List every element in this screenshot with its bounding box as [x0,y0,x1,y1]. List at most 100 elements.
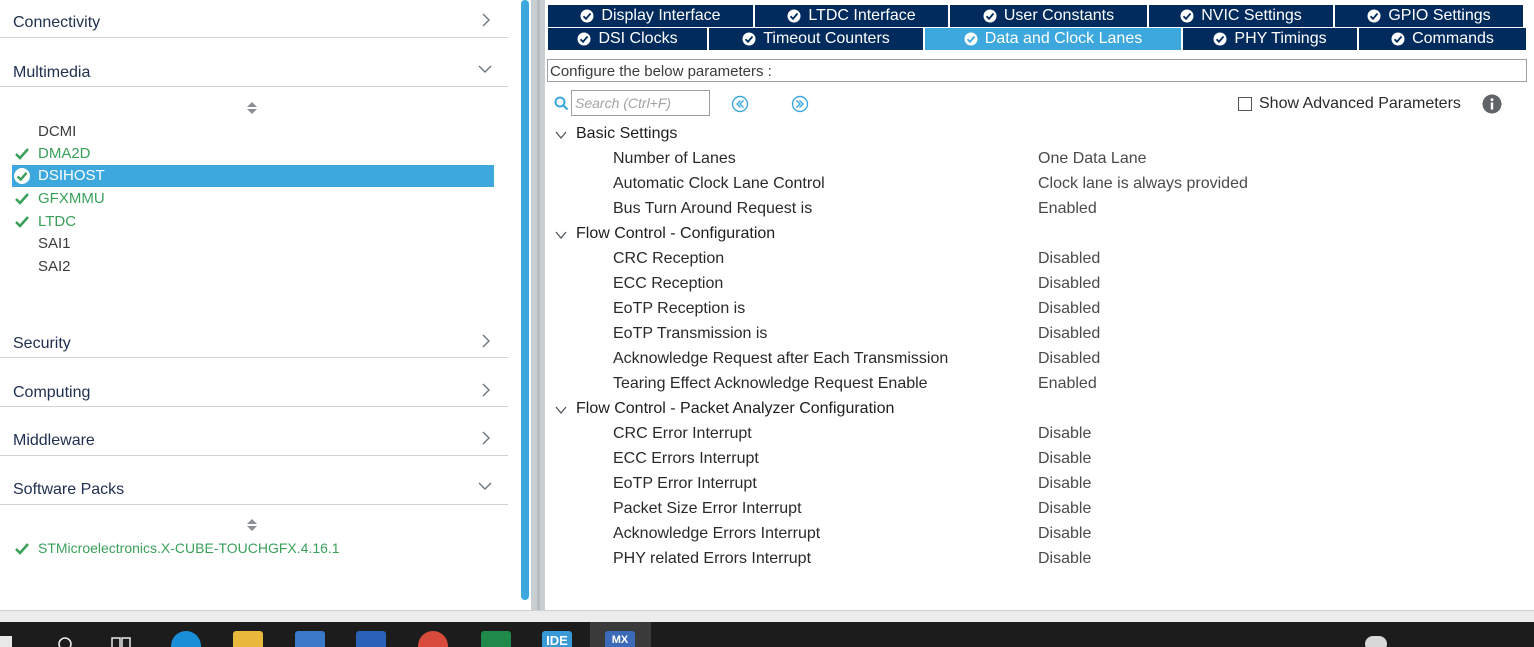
param-row[interactable]: Packet Size Error Interrupt Disable [545,499,1525,524]
tab-label: NVIC Settings [1201,7,1302,24]
store-icon[interactable] [295,631,325,647]
param-value: Disabled [1038,350,1101,367]
component-item-ltdc[interactable]: LTDC [12,211,494,233]
edge-icon[interactable] [171,631,201,647]
param-value: Disable [1038,425,1092,442]
param-value: Disable [1038,475,1092,492]
chevron-down-icon [555,231,567,240]
configure-parameters-text: Configure the below parameters : [550,63,772,80]
group-title: Flow Control - Configuration [576,225,776,242]
software-pack-item[interactable]: STMicroelectronics.X-CUBE-TOUCHGFX.4.16.… [12,538,492,560]
category-multimedia[interactable]: Multimedia [0,38,508,87]
tab-label: Display Interface [601,7,721,24]
sort-icon[interactable] [246,518,258,532]
param-row[interactable]: EoTP Error Interrupt Disable [545,474,1525,499]
ide-icon[interactable]: IDE [542,631,572,647]
param-name: ECC Reception [613,275,724,292]
param-name: Acknowledge Errors Interrupt [613,525,821,542]
param-row[interactable]: EoTP Reception is Disabled [545,299,1525,324]
check-icon [15,148,29,160]
check-circle-icon [1213,32,1227,46]
tab-gpio-settings[interactable]: GPIO Settings [1335,5,1523,27]
param-name: PHY related Errors Interrupt [613,550,812,567]
category-security[interactable]: Security [0,318,508,358]
component-label: SAI2 [38,258,71,275]
param-row[interactable]: CRC Reception Disabled [545,249,1525,274]
chevron-down-icon [555,406,567,415]
component-label: DCMI [38,123,77,140]
param-row[interactable]: Number of Lanes One Data Lane [545,149,1525,174]
component-label: LTDC [38,213,77,230]
search-previous-icon[interactable] [731,95,749,113]
excel-icon[interactable] [481,631,511,647]
tab-user-constants[interactable]: User Constants [950,5,1147,27]
tab-ltdc-interface[interactable]: LTDC Interface [755,5,948,27]
show-advanced-checkbox[interactable] [1238,97,1252,111]
param-value: Enabled [1038,200,1097,217]
weather-icon[interactable] [1365,636,1387,647]
search-next-icon[interactable] [791,95,809,113]
category-middleware[interactable]: Middleware [0,407,508,456]
category-label: Multimedia [13,64,91,81]
param-row[interactable]: ECC Reception Disabled [545,274,1525,299]
search-input[interactable] [571,90,710,116]
check-circle-icon [787,9,801,23]
param-row[interactable]: PHY related Errors Interrupt Disable [545,549,1525,574]
category-label: Connectivity [13,14,101,31]
check-circle-icon [964,32,978,46]
chrome-icon[interactable] [418,631,448,647]
tab-display-interface[interactable]: Display Interface [548,5,753,27]
component-item-gfxmmu[interactable]: GFXMMU [12,188,494,210]
param-row[interactable]: Automatic Clock Lane Control Clock lane i… [545,174,1525,199]
task-view-icon[interactable] [110,636,132,647]
param-row[interactable]: Tearing Effect Acknowledge Request Enabl… [545,374,1525,399]
check-circle-icon [577,32,591,46]
param-row[interactable]: Bus Turn Around Request is Enabled [545,199,1525,224]
info-icon[interactable] [1482,94,1502,114]
component-item-dsihost[interactable]: DSIHOST [12,165,494,187]
param-name: EoTP Reception is [613,300,746,317]
component-item-sai2[interactable]: SAI2 [12,256,494,278]
tab-phy-timings[interactable]: PHY Timings [1183,28,1357,50]
param-name: Automatic Clock Lane Control [613,175,825,192]
component-label: DSIHOST [38,167,105,184]
param-value: Disabled [1038,300,1101,317]
component-item-dcmi[interactable]: DCMI [12,121,494,143]
component-label: SAI1 [38,235,71,252]
start-icon[interactable] [0,636,12,647]
search-icon[interactable] [554,96,569,111]
component-item-dma2d[interactable]: DMA2D [12,143,494,165]
category-software-packs[interactable]: Software Packs [0,456,508,505]
component-label: DMA2D [38,145,91,162]
tab-dsi-clocks[interactable]: DSI Clocks [548,28,707,50]
check-circle-icon [1367,9,1381,23]
component-categories-panel: Connectivity Multimedia DCMI DMA2D DSIHO… [0,0,518,610]
param-row[interactable]: Acknowledge Errors Interrupt Disable [545,524,1525,549]
tab-data-and-clock-lanes[interactable]: Data and Clock Lanes [925,28,1181,50]
windows-taskbar: IDE MX [0,622,1534,647]
category-connectivity[interactable]: Connectivity [0,0,508,38]
chevron-right-icon [482,383,490,397]
tab-nvic-settings[interactable]: NVIC Settings [1149,5,1333,27]
file-explorer-icon[interactable] [233,631,263,647]
sort-icon[interactable] [246,101,258,115]
cubemx-icon[interactable]: MX [605,631,635,647]
param-value: Disable [1038,450,1092,467]
mail-icon[interactable] [356,631,386,647]
component-label: GFXMMU [38,190,105,207]
search-icon[interactable] [56,635,74,647]
left-scrollbar-thumb[interactable] [521,0,529,600]
param-value: Disable [1038,525,1092,542]
param-row[interactable]: Acknowledge Request after Each Transmiss… [545,349,1525,374]
check-circle-icon [14,168,30,184]
check-circle-icon [1180,9,1194,23]
param-row[interactable]: EoTP Transmission is Disabled [545,324,1525,349]
component-item-sai1[interactable]: SAI1 [12,233,494,255]
tab-commands[interactable]: Commands [1359,28,1526,50]
splitter-line [537,0,540,610]
ide-label: IDE [546,633,568,647]
param-row[interactable]: ECC Errors Interrupt Disable [545,449,1525,474]
param-row[interactable]: CRC Error Interrupt Disable [545,424,1525,449]
tab-timeout-counters[interactable]: Timeout Counters [709,28,923,50]
category-computing[interactable]: Computing [0,358,508,407]
